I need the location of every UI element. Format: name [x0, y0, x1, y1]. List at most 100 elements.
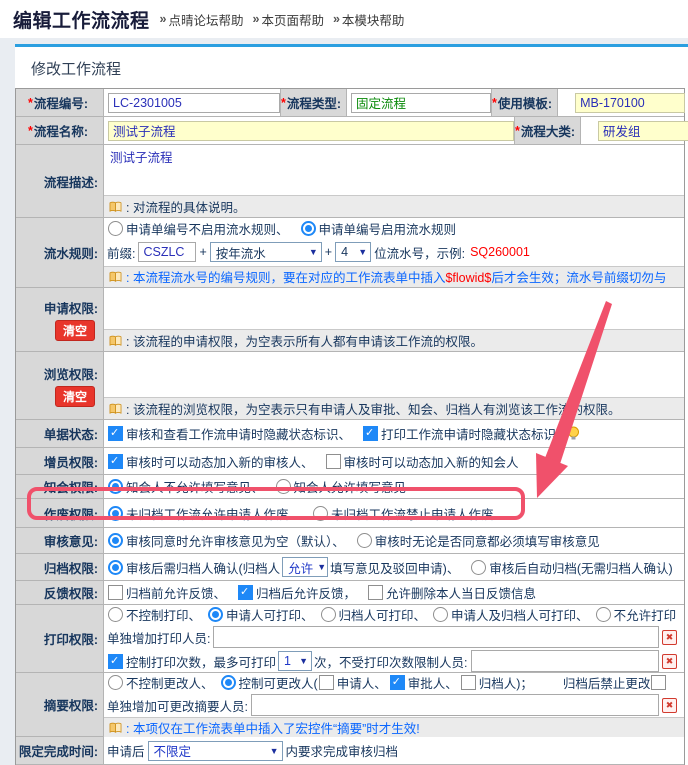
- template-label: * 使用模板:: [491, 89, 557, 116]
- print-count-option[interactable]: 控制打印次数，最多可打印: [107, 652, 276, 671]
- browse-permission-label: 浏览权限: 清空: [16, 352, 104, 419]
- archive-auto-option[interactable]: 审核后自动归档(无需归档人确认): [470, 558, 672, 577]
- radio-off-icon[interactable]: [357, 533, 372, 548]
- category-input[interactable]: [598, 121, 688, 141]
- description-textarea[interactable]: 测试子流程: [104, 145, 684, 195]
- help-book-icon: [109, 335, 122, 347]
- chevron-down-icon: ▼: [270, 746, 279, 756]
- review-opinion-label: 审核意见:: [16, 528, 104, 553]
- radio-on-icon[interactable]: [108, 479, 123, 494]
- summary-applicant-option[interactable]: 申请人、: [318, 673, 387, 692]
- breadcrumb-module-help[interactable]: » 本模块帮助: [333, 10, 404, 29]
- radio-off-icon[interactable]: [276, 479, 291, 494]
- feedback-delete-option[interactable]: 允许删除本人当日反馈信息: [367, 583, 536, 602]
- help-book-icon: [109, 403, 122, 415]
- serial-period-select[interactable]: 按年流水▼: [210, 242, 322, 262]
- edit-workflow-page: 编辑工作流流程 » 点晴论坛帮助 » 本页面帮助 » 本模块帮助 修改工作流程 …: [0, 0, 688, 765]
- apply-permission-area[interactable]: [104, 288, 684, 329]
- print-unlimited-people-input[interactable]: [471, 650, 660, 672]
- radio-on-icon[interactable]: [108, 560, 123, 575]
- checkbox-unchecked-icon[interactable]: [461, 675, 476, 690]
- radio-off-icon[interactable]: [108, 221, 123, 236]
- row-print-permission: 打印权限: 不控制打印、 申请人可打印、 归档人可打印、 申请人及归档人可打印、…: [16, 604, 684, 672]
- feedback-before-archive-option[interactable]: 归档前允许反馈、: [107, 583, 226, 602]
- radio-off-icon[interactable]: [313, 506, 328, 521]
- print-uncontrolled-option[interactable]: 不控制打印、: [107, 605, 201, 624]
- notify-no-comment-option[interactable]: 知会人不允许填写意见、: [107, 477, 264, 496]
- checkbox-checked-icon[interactable]: [108, 426, 123, 441]
- apply-clear-button[interactable]: 清空: [55, 320, 95, 341]
- hide-status-review-option[interactable]: 审核和查看工作流申请时隐藏状态标识、: [107, 424, 351, 443]
- breadcrumb-label: 点晴论坛帮助: [168, 10, 243, 29]
- checkbox-unchecked-icon[interactable]: [108, 585, 123, 600]
- checkbox-checked-icon[interactable]: [390, 675, 405, 690]
- clear-field-icon[interactable]: ✖: [662, 630, 677, 645]
- serial-enable-option[interactable]: 申请单编号启用流水规则: [300, 219, 457, 238]
- radio-on-icon[interactable]: [208, 607, 223, 622]
- radio-off-icon[interactable]: [433, 607, 448, 622]
- archive-comment-select[interactable]: 允许▼: [282, 557, 328, 577]
- notify-allow-comment-option[interactable]: 知会人允许填写意见: [275, 477, 407, 496]
- summary-hint: : 本项仅在工作流表单中插入了宏控件“摘要”时才生效!: [104, 717, 684, 737]
- clear-field-icon[interactable]: ✖: [662, 654, 677, 669]
- feedback-after-archive-option[interactable]: 归档后允许反馈，: [237, 583, 356, 602]
- radio-off-icon[interactable]: [596, 607, 611, 622]
- summary-add-people-input[interactable]: [251, 694, 659, 716]
- hide-status-print-option[interactable]: 打印工作流申请时隐藏状态标识: [362, 424, 556, 443]
- serial-digits-select[interactable]: 4▼: [335, 242, 371, 262]
- print-count-select[interactable]: 1▼: [278, 651, 312, 671]
- breadcrumb-page-help[interactable]: » 本页面帮助: [252, 10, 323, 29]
- checkbox-unchecked-icon[interactable]: [319, 675, 334, 690]
- lightbulb-icon[interactable]: [567, 426, 580, 441]
- radio-off-icon[interactable]: [108, 675, 123, 690]
- review-empty-allowed-option[interactable]: 审核同意时允许审核意见为空（默认）、: [107, 531, 345, 550]
- workflow-form-table: * 流程编号: * 流程类型: 固定流程 *: [15, 88, 685, 765]
- prefix-input[interactable]: [138, 242, 196, 262]
- print-archiver-option[interactable]: 归档人可打印、: [320, 605, 427, 624]
- checkbox-unchecked-icon[interactable]: [368, 585, 383, 600]
- summary-uncontrolled-option[interactable]: 不控制更改人、: [107, 673, 214, 692]
- summary-controlled-option[interactable]: 控制可更改人(: [220, 673, 318, 692]
- radio-off-icon[interactable]: [471, 560, 486, 575]
- checkbox-checked-icon[interactable]: [108, 654, 123, 669]
- summary-lock-after-archive-option[interactable]: 归档后禁止更改: [563, 673, 670, 692]
- summary-approver-option[interactable]: 审批人、: [389, 673, 458, 692]
- browse-clear-button[interactable]: 清空: [55, 386, 95, 407]
- process-number-input[interactable]: [108, 93, 280, 113]
- radio-on-icon[interactable]: [108, 506, 123, 521]
- checkbox-unchecked-icon[interactable]: [326, 454, 341, 469]
- radio-on-icon[interactable]: [301, 221, 316, 236]
- summary-archiver-option[interactable]: 归档人)；: [460, 673, 533, 692]
- browse-permission-area[interactable]: [104, 352, 684, 397]
- breadcrumb-forum-help[interactable]: » 点晴论坛帮助: [160, 10, 244, 29]
- prefix-label: 前缀:: [107, 243, 135, 262]
- checkbox-checked-icon[interactable]: [363, 426, 378, 441]
- deadline-select[interactable]: 不限定▼: [148, 741, 283, 761]
- breadcrumb: » 点晴论坛帮助 » 本页面帮助 » 本模块帮助: [160, 10, 405, 29]
- archive-confirm-option[interactable]: 审核后需归档人确认(归档人: [107, 558, 280, 577]
- row-serial-rule: 流水规则: 申请单编号不启用流水规则、 申请单编号启用流水规则 前缀: + 按年…: [16, 217, 684, 287]
- process-name-input[interactable]: [108, 121, 514, 141]
- print-forbid-option[interactable]: 不允许打印: [595, 605, 677, 624]
- cancel-permission-label: 作废权限:: [16, 499, 104, 527]
- radio-on-icon[interactable]: [108, 533, 123, 548]
- row-archive-permission: 归档权限: 审核后需归档人确认(归档人 允许▼ 填写意见及驳回申请)、 审核后自…: [16, 553, 684, 580]
- print-applicant-option[interactable]: 申请人可打印、: [207, 605, 314, 624]
- row-document-status: 单据状态: 审核和查看工作流申请时隐藏状态标识、 打印工作流申请时隐藏状态标识: [16, 419, 684, 447]
- print-both-option[interactable]: 申请人及归档人可打印、: [432, 605, 589, 624]
- cancel-allow-option[interactable]: 未归档工作流允许申请人作废、: [107, 504, 301, 523]
- add-reviewer-option[interactable]: 审核时可以动态加入新的审核人、: [107, 452, 314, 471]
- checkbox-unchecked-icon[interactable]: [651, 675, 666, 690]
- checkbox-checked-icon[interactable]: [108, 454, 123, 469]
- serial-disable-option[interactable]: 申请单编号不启用流水规则、: [107, 219, 289, 238]
- radio-off-icon[interactable]: [321, 607, 336, 622]
- radio-off-icon[interactable]: [108, 607, 123, 622]
- template-input[interactable]: [575, 93, 685, 113]
- print-add-people-input[interactable]: [213, 626, 659, 648]
- radio-on-icon[interactable]: [221, 675, 236, 690]
- checkbox-checked-icon[interactable]: [238, 585, 253, 600]
- clear-field-icon[interactable]: ✖: [662, 698, 677, 713]
- review-required-option[interactable]: 审核时无论是否同意都必须填写审核意见: [356, 531, 600, 550]
- add-notified-option[interactable]: 审核时可以动态加入新的知会人: [325, 452, 519, 471]
- cancel-forbid-option[interactable]: 未归档工作流禁止申请人作废: [312, 504, 494, 523]
